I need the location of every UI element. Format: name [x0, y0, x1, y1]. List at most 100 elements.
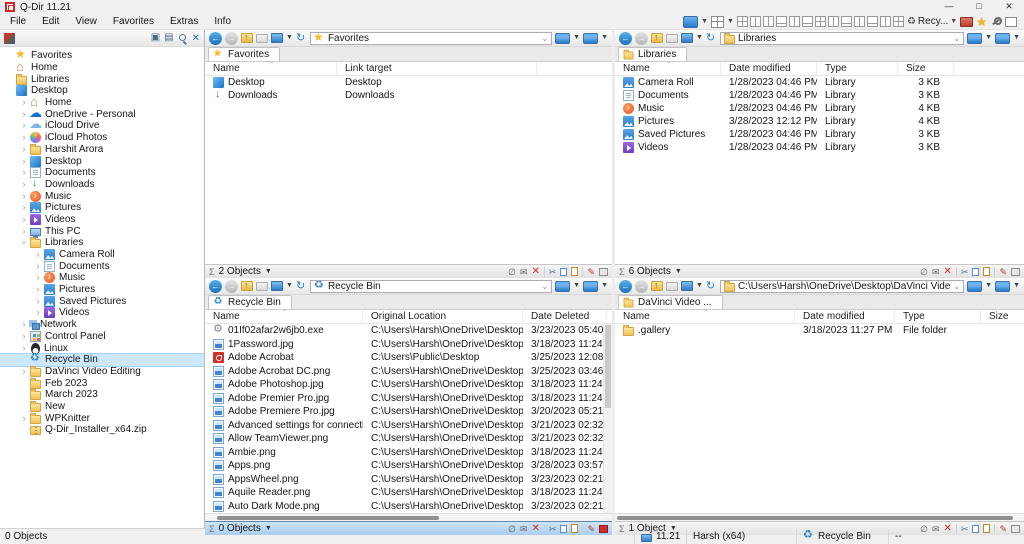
tree-expand-icon[interactable]: ›: [18, 179, 30, 190]
edit-icon[interactable]: ✎: [587, 266, 595, 278]
paste-icon[interactable]: [983, 267, 990, 276]
tree-item-libraries[interactable]: ›Libraries: [0, 237, 204, 249]
file-row-adobe-premier-pro-jpg[interactable]: Adobe Premier Pro.jpgC:\Users\Harsh\OneD…: [205, 392, 612, 406]
tree-item-pictures[interactable]: ›Pictures: [0, 202, 204, 214]
menu-view[interactable]: View: [67, 14, 105, 30]
tree-expand-icon[interactable]: ›: [18, 343, 30, 354]
window-options-icon[interactable]: [1005, 17, 1017, 27]
tree-expand-icon[interactable]: ›: [18, 202, 30, 213]
mail-icon[interactable]: ✉: [932, 266, 940, 278]
filter-icon[interactable]: ∅: [508, 523, 516, 535]
tree-expand-icon[interactable]: ›: [18, 214, 30, 225]
layout-preset-6-icon[interactable]: [802, 16, 813, 27]
view-mode-icon[interactable]: [681, 281, 693, 291]
horizontal-scrollbar[interactable]: [615, 513, 1024, 521]
layout-preset-13-icon[interactable]: [893, 16, 904, 27]
tree-item-favorites[interactable]: Favorites: [0, 50, 204, 62]
pane-view-button-2[interactable]: [995, 33, 1010, 44]
column-header-date-modified[interactable]: Date modified: [721, 62, 817, 76]
layout-preset-12-icon[interactable]: [880, 16, 891, 27]
pane-view-button-2[interactable]: [995, 281, 1010, 292]
tree-item-libraries[interactable]: Libraries: [0, 73, 204, 85]
pane-view-dropdown-1-icon[interactable]: ▼: [985, 281, 992, 291]
file-row-adobe-acrobat-dc-png[interactable]: Adobe Acrobat DC.pngC:\Users\Harsh\OneDr…: [205, 365, 612, 379]
tree-item-documents[interactable]: ›Documents: [0, 260, 204, 272]
file-row-adobe-acrobat[interactable]: Adobe AcrobatC:\Users\Public\Desktop3/25…: [205, 351, 612, 365]
address-dropdown-icon[interactable]: ⌄: [953, 282, 960, 291]
quad-view-dropdown-icon[interactable]: ▼: [727, 17, 734, 27]
tree-item-pictures[interactable]: ›Pictures: [0, 284, 204, 296]
up-folder-icon[interactable]: [651, 33, 663, 43]
file-row-videos[interactable]: Videos1/28/2023 04:46 PMLibrary3 KB: [615, 141, 1024, 154]
view-mode-icon[interactable]: [681, 33, 693, 43]
pane-indicator-icon[interactable]: [599, 268, 608, 276]
copy-icon[interactable]: [560, 525, 567, 533]
tree-item-control-panel[interactable]: ›Control Panel: [0, 331, 204, 343]
mail-icon[interactable]: ✉: [932, 523, 940, 535]
menu-favorites[interactable]: Favorites: [105, 14, 162, 30]
file-row-apps-png[interactable]: Apps.pngC:\Users\Harsh\OneDrive\Desktop\…: [205, 459, 612, 473]
pane-view-dropdown-1-icon[interactable]: ▼: [573, 33, 580, 43]
tab-favorites[interactable]: Favorites: [208, 47, 280, 61]
layout-preset-9-icon[interactable]: [841, 16, 852, 27]
layout-preset-10-icon[interactable]: [854, 16, 865, 27]
horizontal-scrollbar[interactable]: [205, 513, 612, 521]
pane-view-dropdown-2-icon[interactable]: ▼: [1013, 281, 1020, 291]
tree-item-this-pc[interactable]: ›This PC: [0, 225, 204, 237]
layout-preset-5-icon[interactable]: [789, 16, 800, 27]
pane-indicator-icon[interactable]: [1011, 268, 1020, 276]
file-row-1password-jpg[interactable]: 1Password.jpgC:\Users\Harsh\OneDrive\Des…: [205, 338, 612, 352]
layout-preset-7-icon[interactable]: [815, 16, 826, 27]
goto-dropdown-icon[interactable]: ▼: [701, 17, 708, 27]
tree-item-harshit-arora[interactable]: ›Harshit Arora: [0, 144, 204, 156]
file-row-adobe-premiere-pro-jpg[interactable]: Adobe Premiere Pro.jpgC:\Users\Harsh\One…: [205, 405, 612, 419]
column-header-size[interactable]: Size: [981, 310, 1024, 324]
file-row-auto-dark-mode-png[interactable]: Auto Dark Mode.pngC:\Users\Harsh\OneDriv…: [205, 500, 612, 514]
address-dropdown-icon[interactable]: ⌄: [953, 34, 960, 43]
tree-item-music[interactable]: ›Music: [0, 272, 204, 284]
tree-expand-icon[interactable]: ›: [32, 272, 44, 283]
copy-icon[interactable]: [972, 525, 979, 533]
file-row-allow-teamviewer-png[interactable]: Allow TeamViewer.pngC:\Users\Harsh\OneDr…: [205, 432, 612, 446]
minimize-button[interactable]: —: [934, 0, 964, 14]
tree-item-desktop[interactable]: ›Desktop: [0, 155, 204, 167]
refresh-icon[interactable]: [706, 32, 717, 45]
tree-expand-icon[interactable]: ›: [18, 144, 30, 155]
view-mode-icon[interactable]: [271, 281, 283, 291]
refresh-icon[interactable]: [296, 280, 307, 293]
file-row-downloads[interactable]: DownloadsDownloads: [205, 89, 612, 102]
tree-expand-icon[interactable]: ›: [18, 191, 30, 202]
tree-expand-icon[interactable]: ›: [18, 413, 30, 424]
view-mode-dropdown-icon[interactable]: ▼: [286, 33, 293, 43]
pane-view-dropdown-2-icon[interactable]: ▼: [601, 281, 608, 291]
tree-expand-icon[interactable]: ›: [32, 307, 44, 318]
edit-icon[interactable]: ✎: [999, 523, 1007, 535]
pane-view-button-1[interactable]: [555, 281, 570, 292]
column-header-date-modified[interactable]: Date modified: [795, 310, 895, 324]
file-row-camera-roll[interactable]: Camera Roll1/28/2023 04:46 PMLibrary3 KB: [615, 76, 1024, 89]
recycle-dropdown-icon[interactable]: ▼: [950, 17, 957, 27]
tree-item-videos[interactable]: ›Videos: [0, 307, 204, 319]
file-row-appswheel-png[interactable]: AppsWheel.pngC:\Users\Harsh\OneDrive\Des…: [205, 473, 612, 487]
file-row-adobe-photoshop-jpg[interactable]: Adobe Photoshop.jpgC:\Users\Harsh\OneDri…: [205, 378, 612, 392]
recycle-bin-toolbar-button[interactable]: ♻ Recy... ▼: [907, 16, 957, 27]
address-dropdown-icon[interactable]: ⌄: [541, 282, 548, 291]
copy-icon[interactable]: [560, 268, 567, 276]
up-folder-icon[interactable]: [651, 281, 663, 291]
tree-expand-icon[interactable]: ›: [32, 249, 44, 260]
file-row-aquile-reader-png[interactable]: Aquile Reader.pngC:\Users\Harsh\OneDrive…: [205, 486, 612, 500]
file-row-music[interactable]: Music1/28/2023 04:46 PMLibrary4 KB: [615, 102, 1024, 115]
column-header-date-deleted[interactable]: Date Deleted: [523, 310, 607, 324]
maximize-button[interactable]: □: [964, 0, 994, 14]
file-row-gallery[interactable]: .gallery3/18/2023 11:27 PMFile folder: [615, 324, 1024, 338]
up-folder-icon[interactable]: [241, 33, 253, 43]
go-to-icon[interactable]: [666, 282, 678, 291]
delete-icon[interactable]: ✕: [944, 266, 952, 278]
status-dropdown-icon[interactable]: ▼: [265, 268, 272, 275]
file-row-pictures[interactable]: Pictures3/28/2023 12:12 PMLibrary4 KB: [615, 115, 1024, 128]
filter-icon[interactable]: ∅: [508, 266, 516, 278]
address-bar[interactable]: Favorites ⌄: [310, 32, 552, 45]
menu-extras[interactable]: Extras: [162, 14, 206, 30]
file-row-saved-pictures[interactable]: Saved Pictures1/28/2023 04:46 PMLibrary3…: [615, 128, 1024, 141]
mail-icon[interactable]: ✉: [520, 523, 528, 535]
